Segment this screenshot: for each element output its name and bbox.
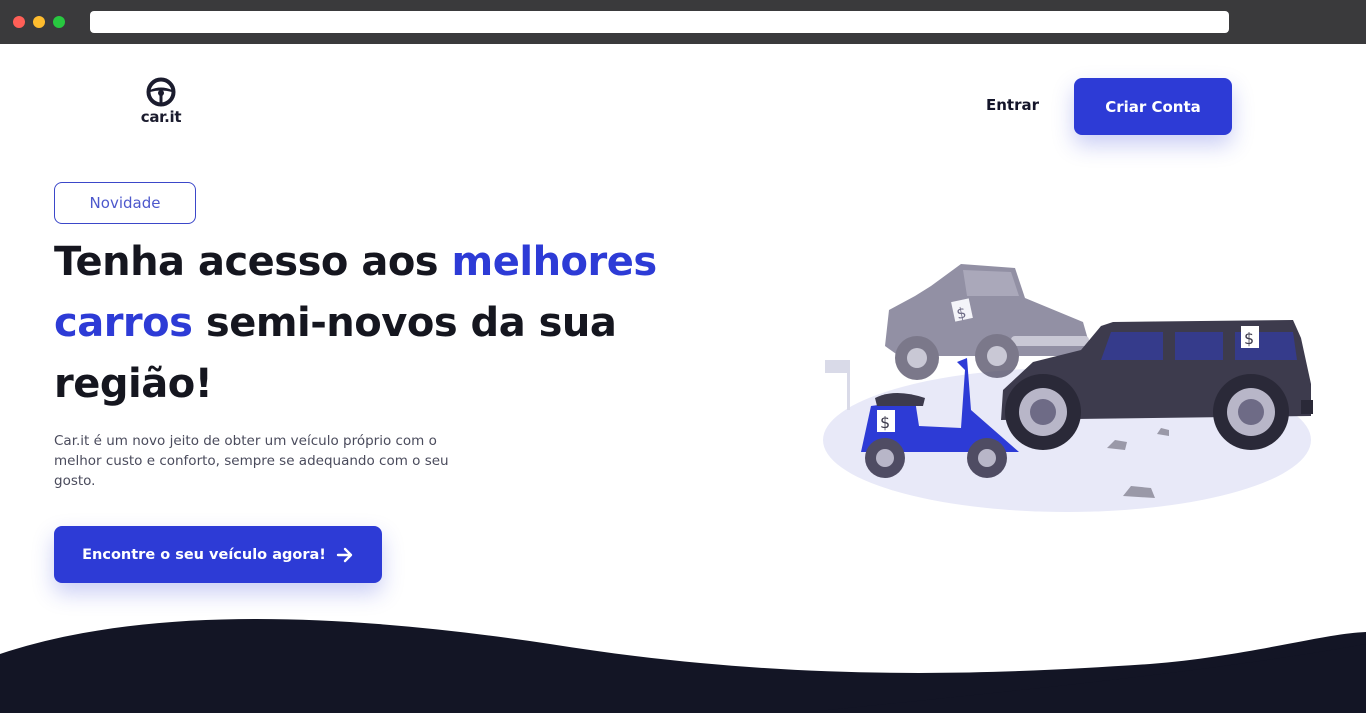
login-link[interactable]: Entrar [986,96,1039,114]
headline-accent: melhores [451,239,658,285]
new-badge: Novidade [54,182,196,224]
headline-text: Tenha acesso aos [54,239,452,285]
logo[interactable]: car.it [138,77,184,126]
signup-button[interactable]: Criar Conta [1074,78,1232,135]
landing-page: car.it Entrar Criar Conta Novidade Tenha… [0,44,1366,713]
hero-description: Car.it é um novo jeito de obter um veícu… [54,433,449,489]
address-bar[interactable] [90,11,1229,33]
price-tag-icon: $ [1244,329,1254,348]
cta-label: Encontre o seu veículo agora! [82,546,326,563]
arrow-right-icon [336,546,354,564]
hero-headline: Tenha acesso aos melhores carros semi-no… [54,232,674,415]
steering-wheel-icon [146,77,176,107]
logo-text: car.it [140,108,182,126]
price-tag-icon: $ [880,413,890,432]
browser-chrome [0,0,1366,44]
footer-wave [0,619,1366,713]
vehicles-illustration: $ $ $ [823,264,1313,512]
close-window-button[interactable] [13,16,25,28]
minimize-window-button[interactable] [33,16,45,28]
headline-accent: carros [54,300,193,346]
maximize-window-button[interactable] [53,16,65,28]
find-vehicle-button[interactable]: Encontre o seu veículo agora! [54,526,382,583]
